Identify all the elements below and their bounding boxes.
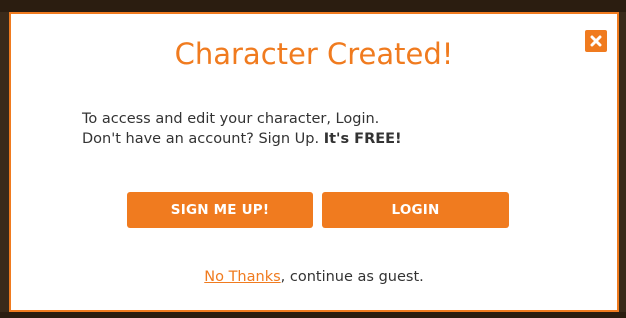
dialog-message: To access and edit your character, Login… [82,109,402,149]
dialog-title: Character Created! [174,37,454,71]
message-line-signup: Don't have an account? Sign Up. It's FRE… [82,129,402,149]
backdrop-footer-strip [0,312,626,318]
dialog-footer: No Thanks, continue as guest. [11,267,617,287]
character-created-dialog: Character Created! To access and edit yo… [9,12,619,312]
signup-prompt-text: Don't have an account? Sign Up. [82,131,324,147]
sign-me-up-button[interactable]: SIGN ME UP! [127,192,313,228]
free-emphasis-text: It's FREE! [323,131,402,147]
login-button[interactable]: LOGIN [322,192,509,228]
no-thanks-link[interactable]: No Thanks [204,269,280,285]
continue-as-guest-text: , continue as guest. [280,269,424,285]
backdrop-header-strip [0,0,626,12]
message-line-login: To access and edit your character, Login… [82,111,380,127]
